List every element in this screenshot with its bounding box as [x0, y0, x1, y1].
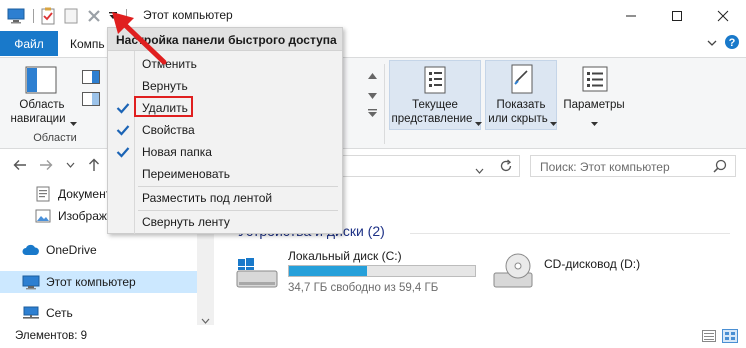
computer-icon — [22, 273, 40, 291]
menu-item-label: Новая папка — [142, 145, 212, 159]
menu-item-minimize-ribbon[interactable]: Свернуть ленту — [108, 211, 342, 233]
show-hide-label-2: или скрыть — [488, 113, 548, 125]
menu-item-label: Разместить под лентой — [142, 191, 273, 205]
drive-d-name: CD-дисковод (D:) — [544, 257, 641, 271]
dropdown-arrow-icon — [475, 116, 482, 130]
svg-text:?: ? — [729, 37, 736, 49]
ribbon-group-areas-label: Области — [33, 132, 77, 144]
gallery-scroll-up-icon[interactable] — [368, 68, 377, 82]
group-divider — [410, 233, 730, 234]
menu-item-label: Вернуть — [142, 79, 188, 93]
menu-item-label: Свернуть ленту — [142, 215, 230, 229]
checkmark-icon — [114, 100, 131, 116]
properties-icon[interactable] — [38, 6, 58, 26]
network-icon — [22, 304, 40, 322]
nav-item-label: OneDrive — [46, 243, 97, 257]
toolbar-divider — [33, 8, 34, 23]
search-input[interactable]: Поиск: Этот компьютер — [530, 155, 736, 177]
help-icon[interactable]: ? — [724, 34, 740, 53]
drive-d-item[interactable]: CD-дисковод (D:) — [492, 247, 692, 297]
new-folder-icon[interactable] — [61, 6, 81, 26]
checkmark-icon — [114, 122, 131, 138]
menu-item-new-folder[interactable]: Новая папка — [108, 141, 342, 163]
checkmark-icon — [114, 144, 131, 160]
dropdown-arrow-icon — [550, 116, 557, 130]
menu-item-place-below-ribbon[interactable]: Разместить под лентой — [108, 187, 342, 209]
options-label[interactable]: Параметры — [558, 98, 630, 112]
refresh-icon[interactable] — [499, 159, 513, 176]
menu-item-properties[interactable]: Свойства — [108, 119, 342, 141]
drive-c-name: Локальный диск (C:) — [288, 249, 402, 263]
options-icon[interactable] — [582, 66, 608, 95]
windows-drive-icon — [234, 257, 280, 294]
show-hide-icon — [510, 64, 534, 97]
details-view-icon[interactable] — [702, 330, 716, 345]
nav-item-network[interactable]: Сеть — [22, 302, 197, 324]
show-hide-label-1: Показать — [496, 99, 546, 111]
maximize-button[interactable] — [654, 0, 700, 31]
address-bar[interactable] — [336, 155, 520, 177]
ribbon-divider — [384, 64, 385, 144]
current-view-icon — [423, 66, 447, 97]
nav-item-label: Документ — [58, 187, 112, 201]
preview-pane-icon[interactable] — [82, 70, 100, 87]
navigation-pane-label-2[interactable]: навигации — [6, 112, 70, 126]
drive-c-free-space: 34,7 ГБ свободно из 59,4 ГБ — [288, 282, 439, 294]
nav-item-onedrive[interactable]: OneDrive — [22, 239, 197, 261]
menu-item-label: Свойства — [142, 123, 195, 137]
dropdown-arrow-icon — [591, 116, 598, 130]
computer-icon[interactable] — [6, 6, 26, 26]
minimize-button[interactable] — [608, 0, 654, 31]
back-arrow-icon[interactable] — [12, 157, 28, 173]
tiles-view-icon[interactable] — [722, 329, 738, 346]
documents-icon — [34, 185, 52, 203]
nav-item-label: Этот компьютер — [46, 275, 136, 289]
pictures-icon — [34, 207, 52, 225]
gallery-scroll-down-icon[interactable] — [368, 88, 377, 102]
nav-item-label: Изображ — [58, 209, 107, 223]
window-controls — [608, 0, 746, 31]
nav-item-label: Сеть — [46, 306, 73, 320]
navigation-pane-label-1[interactable]: Область — [10, 98, 74, 112]
current-view-label-2: представление — [391, 113, 473, 125]
search-placeholder: Поиск: Этот компьютер — [540, 160, 670, 174]
menu-item-rename[interactable]: Переименовать — [108, 163, 342, 185]
tab-file[interactable]: Файл — [0, 31, 58, 56]
menu-item-label: Переименовать — [142, 167, 230, 181]
gallery-more-icon[interactable] — [368, 106, 377, 120]
delete-icon[interactable] — [84, 6, 104, 26]
up-arrow-icon[interactable] — [86, 157, 102, 173]
menu-item-redo[interactable]: Вернуть — [108, 75, 342, 97]
close-button[interactable] — [700, 0, 746, 31]
navigation-pane-icon[interactable] — [25, 66, 57, 97]
drive-c-usage-bar — [288, 265, 476, 277]
annotation-highlight-box — [134, 96, 193, 117]
tab-computer[interactable]: Компь — [70, 37, 105, 51]
status-item-count: Элементов: 9 — [15, 330, 88, 342]
current-view-label-1: Текущее — [412, 99, 458, 111]
forward-arrow-icon[interactable] — [38, 157, 54, 173]
annotation-arrow — [112, 12, 167, 65]
dropdown-arrow-icon — [70, 116, 77, 130]
recent-locations-icon[interactable] — [62, 157, 78, 173]
search-icon[interactable] — [713, 159, 727, 176]
expand-ribbon-icon[interactable] — [706, 37, 718, 51]
drive-c-usage-fill — [289, 266, 368, 276]
cloud-icon — [22, 241, 40, 259]
nav-item-this-pc[interactable]: Этот компьютер — [0, 271, 197, 293]
address-dropdown-icon[interactable] — [475, 163, 484, 177]
status-bar: Элементов: 9 — [0, 325, 746, 348]
ribbon-right-controls: ? — [706, 34, 740, 53]
cd-drive-icon — [492, 249, 534, 294]
details-pane-icon[interactable] — [82, 92, 100, 109]
